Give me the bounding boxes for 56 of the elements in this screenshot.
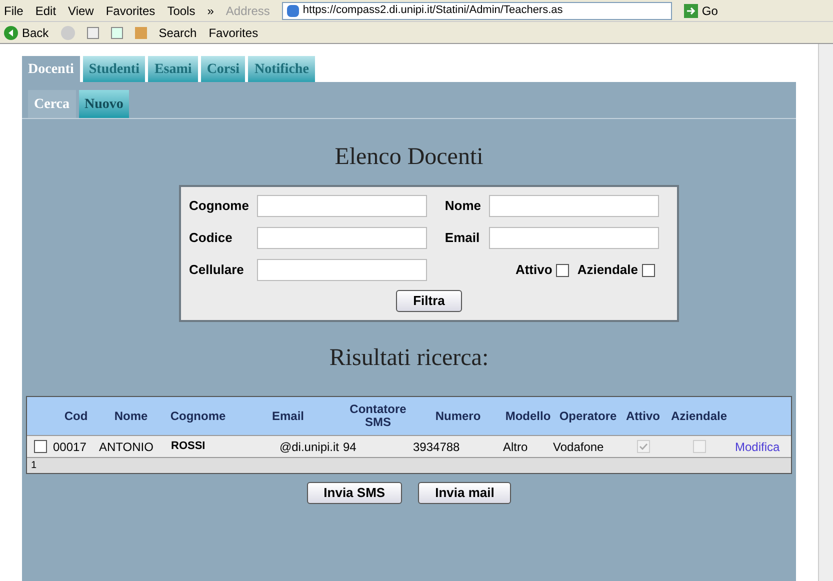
table-cell-text: 00017 [53, 438, 88, 456]
search-button[interactable]: Search [158, 24, 197, 42]
field-label: Cognome [189, 197, 249, 216]
checkbox[interactable] [642, 264, 655, 276]
text-field[interactable] [256, 227, 427, 249]
text-field[interactable] [489, 195, 660, 217]
scrollbar[interactable] [818, 44, 833, 581]
column-header: Contatore SMS [348, 403, 408, 429]
row-checkbox[interactable] [34, 440, 46, 453]
menu-item[interactable]: File [4, 2, 24, 20]
menu-item[interactable]: Edit [35, 2, 56, 20]
results-title: Risultati ricerca: [328, 344, 490, 373]
check-icon [638, 442, 648, 451]
menu-item[interactable]: Tools [167, 2, 196, 20]
back-button[interactable]: Back [4, 24, 49, 42]
form-button[interactable]: Invia mail [418, 482, 512, 504]
arrow-icon [684, 4, 698, 18]
menu-item[interactable]: » [207, 2, 214, 20]
favorites-button[interactable]: Favorites [208, 24, 258, 42]
text-field[interactable] [256, 259, 427, 281]
page-title: Elenco Docenti [334, 143, 484, 172]
column-header: Attivo [625, 410, 661, 422]
table-cell-text: Vodafone [553, 438, 605, 456]
address-label: Address [226, 2, 270, 20]
go-button[interactable]: Go [684, 2, 718, 20]
column-header: Cognome [169, 410, 227, 422]
field-label: Codice [189, 229, 234, 248]
tab[interactable]: Nuovo [78, 90, 130, 118]
text-field[interactable] [256, 195, 427, 217]
column-header: Aziendale [670, 410, 728, 422]
pager-link[interactable]: 1 [31, 460, 37, 471]
checkbox-label: Aziendale [577, 261, 638, 280]
form-button[interactable]: Filtra [396, 290, 462, 312]
text-field[interactable] [489, 227, 660, 249]
table-cell-text: ROSSI [170, 439, 206, 454]
table-cell-text: ANTONIO [99, 438, 154, 456]
menu-item[interactable]: View [68, 2, 94, 20]
column-header: Operatore [558, 410, 618, 422]
table-cell-text: 94 [343, 438, 358, 456]
table-cell-text: Altro [503, 438, 529, 456]
column-header: Numero [434, 410, 482, 422]
edit-link[interactable]: Modifica [735, 438, 780, 456]
menu-item[interactable]: Favorites [106, 2, 156, 20]
field-label: Email [444, 229, 481, 248]
table-cell-text: 3934788 [413, 438, 461, 456]
address-field[interactable]: https://compass2.di.unipi.it/Statini/Admin/Teachers.as [282, 2, 672, 20]
column-header: Nome [113, 410, 149, 422]
column-header: Cod [63, 410, 89, 422]
column-header: Modello [504, 410, 552, 422]
checkbox[interactable] [556, 264, 570, 276]
table-cell-text: @di.unipi.it [278, 438, 340, 456]
form-button[interactable]: Invia SMS [306, 482, 402, 504]
column-header: Email [270, 410, 305, 422]
checkbox-label: Attivo [515, 261, 552, 280]
field-label: Cellulare [189, 261, 245, 280]
field-label: Nome [444, 197, 482, 216]
